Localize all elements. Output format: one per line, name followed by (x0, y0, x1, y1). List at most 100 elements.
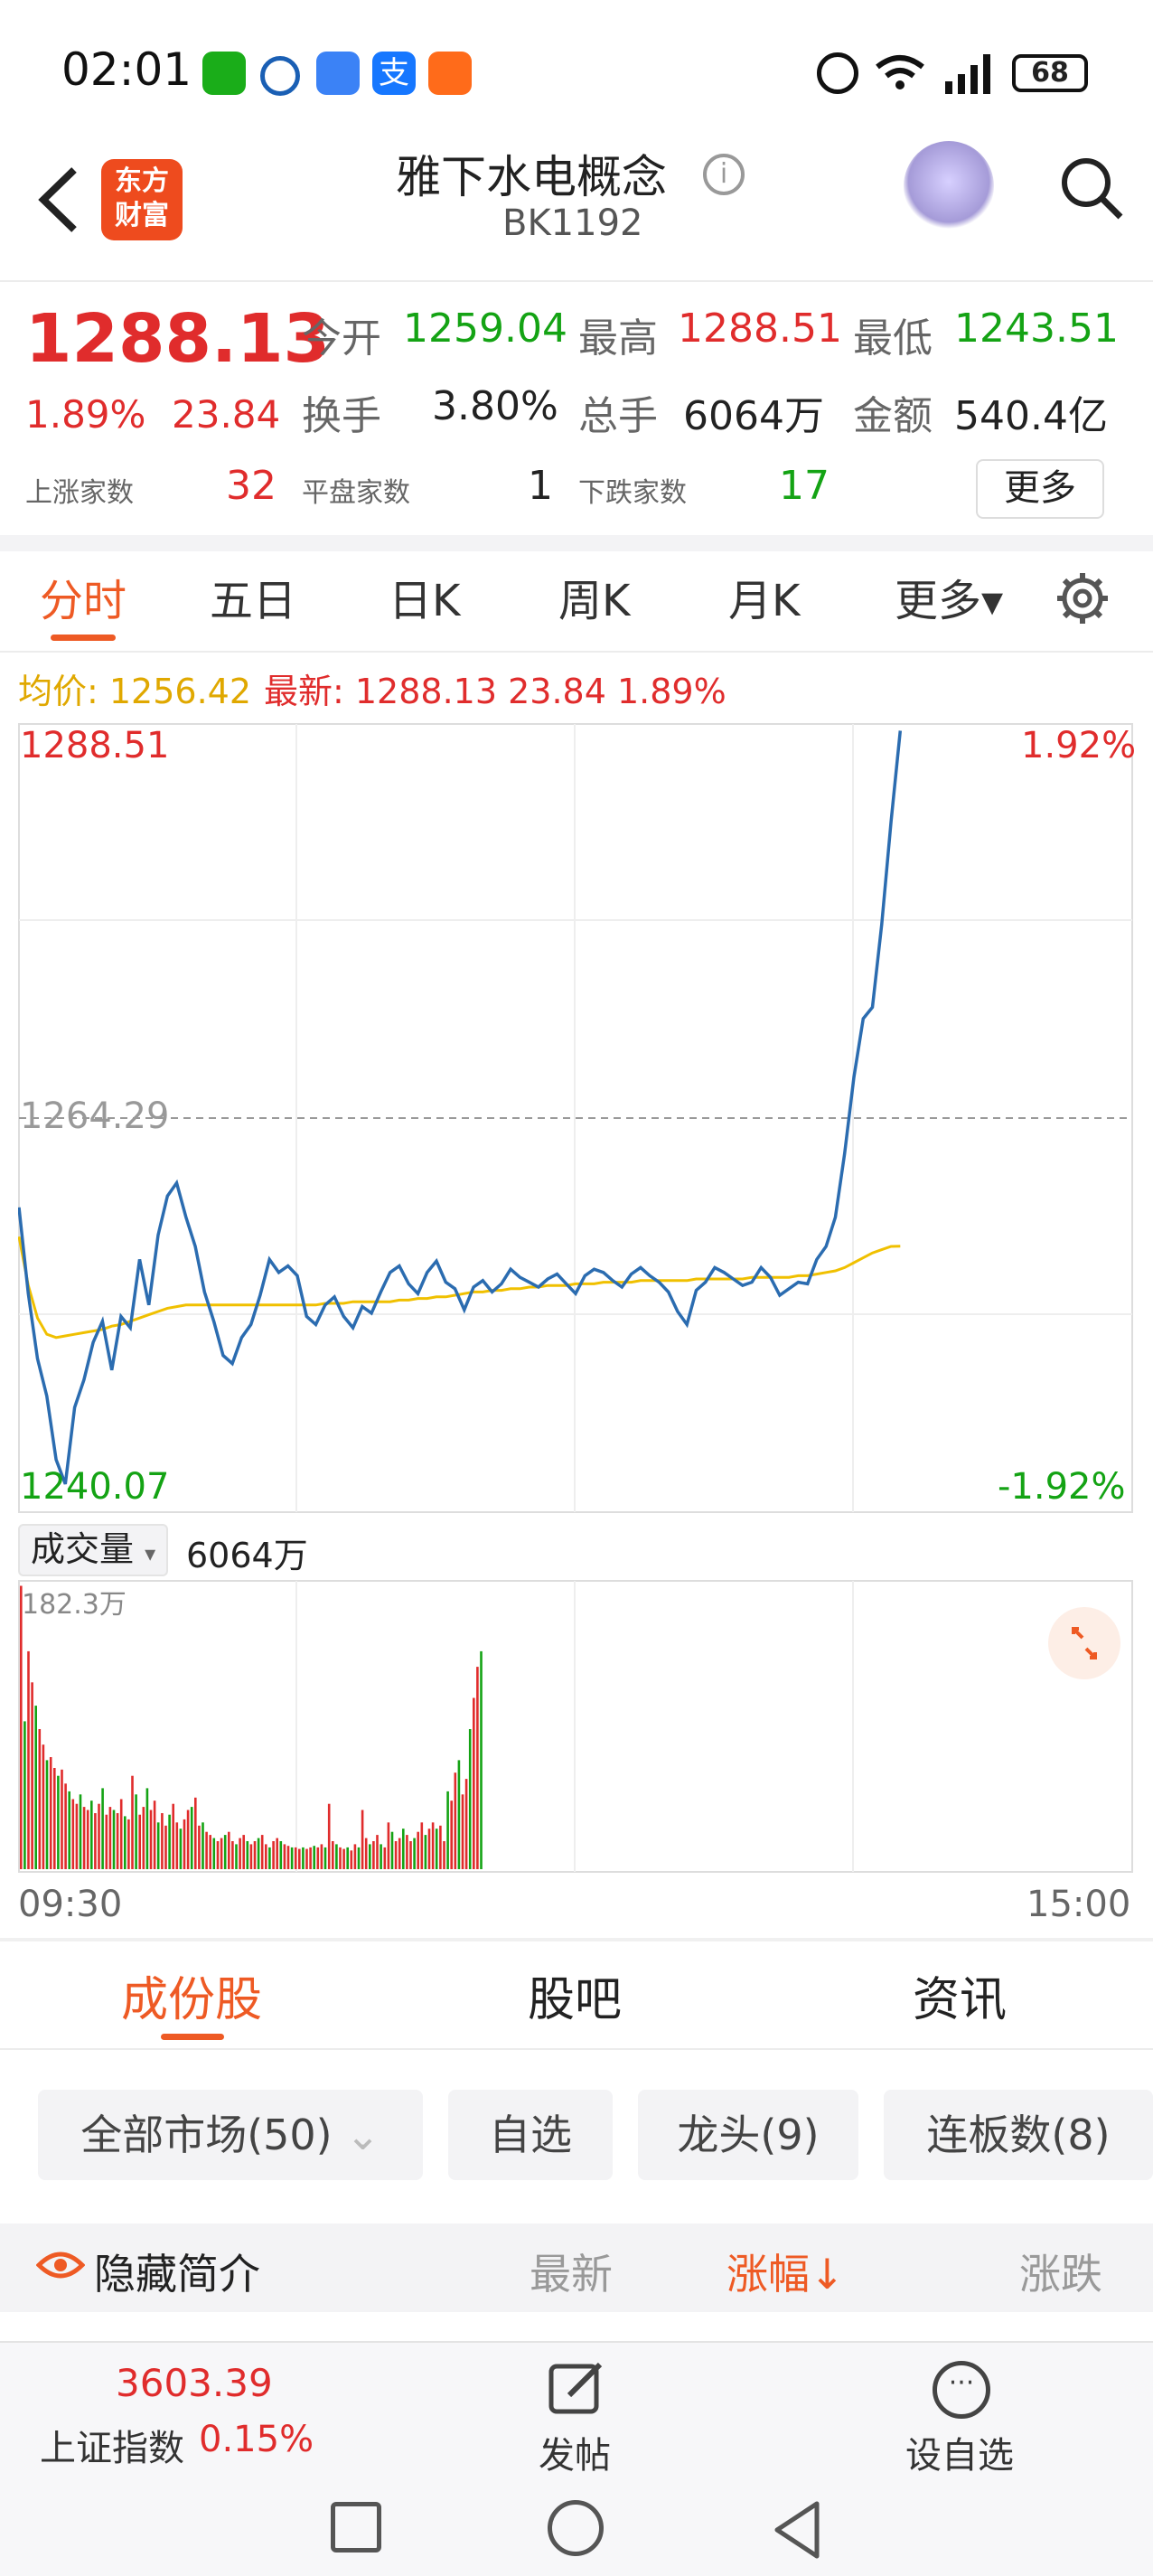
volume-bar (42, 1744, 45, 1869)
price-chart[interactable] (18, 723, 1133, 1513)
volume-bar (305, 1848, 308, 1869)
tab-news[interactable]: 资讯 (913, 1961, 1007, 2029)
signal-icon (943, 51, 998, 99)
eye-icon[interactable] (35, 2247, 86, 2287)
volume-bar (339, 1847, 342, 1869)
tabs-divider (0, 2048, 1153, 2050)
latest-info-label: 最新: 1288.13 23.84 1.89% (264, 672, 726, 711)
post-edit-icon[interactable] (548, 2359, 605, 2421)
low-value: 1243.51 (954, 306, 1119, 352)
volume-indicator-select[interactable]: 成交量 ▾ (18, 1524, 169, 1576)
more-stats-button[interactable]: 更多 (976, 459, 1104, 519)
volume-bar (57, 1775, 60, 1869)
filter-watchlist[interactable]: 自选 (448, 2090, 613, 2180)
volume-bar (268, 1847, 271, 1869)
volume-bar (290, 1847, 294, 1869)
volume-bar (302, 1847, 305, 1869)
volume-bar (71, 1799, 75, 1869)
filter-all-markets[interactable]: 全部市场(50) ⌄ (38, 2090, 423, 2180)
post-button-label[interactable]: 发帖 (539, 2426, 611, 2478)
amount-label: 金额 (853, 393, 933, 439)
tab-more[interactable]: 更多▾ (895, 565, 1003, 628)
volume-bar (242, 1835, 245, 1869)
volume-bar (183, 1819, 186, 1869)
volume-bar (209, 1835, 211, 1869)
volume-bar (380, 1844, 382, 1869)
volume-bar (198, 1825, 201, 1869)
open-value: 1259.04 (403, 306, 567, 352)
hide-intro-toggle[interactable]: 隐藏简介 (94, 2242, 260, 2301)
tab-weekly-k[interactable]: 周K (558, 565, 630, 628)
volume-bar (68, 1791, 70, 1869)
wifi-icon (873, 49, 927, 104)
volume-bar (294, 1847, 297, 1869)
column-latest[interactable]: 最新 (530, 2242, 613, 2301)
amount-value: 540.4亿 (954, 393, 1108, 439)
volume-bar (473, 1697, 475, 1869)
volume-bar (27, 1650, 30, 1869)
tab-intraday[interactable]: 分时 (40, 565, 127, 628)
search-icon[interactable] (1055, 152, 1128, 228)
nav-back-icon[interactable] (770, 2500, 824, 2563)
column-change-pct-sorted[interactable]: 涨幅↓ (726, 2242, 845, 2301)
tab-monthly-k[interactable]: 月K (728, 565, 800, 628)
volume-bar (439, 1825, 442, 1869)
volume-bar (64, 1783, 67, 1869)
nav-home-icon[interactable] (548, 2500, 604, 2556)
index-pct: 0.15% (199, 2419, 314, 2460)
volume-bar (450, 1800, 453, 1869)
tab-constituents[interactable]: 成份股 (121, 1961, 262, 2029)
index-value[interactable]: 3603.39 (116, 2361, 273, 2405)
add-watchlist-label[interactable]: 设自选 (905, 2426, 1014, 2478)
volume-bar (119, 1799, 123, 1869)
robot-assistant-icon[interactable] (904, 141, 994, 231)
index-name[interactable]: 上证指数 (40, 2419, 184, 2471)
volume-bar (45, 1760, 49, 1869)
volume-bar (353, 1844, 357, 1869)
volume-bar (149, 1810, 153, 1869)
change-pct: 1.89% (25, 392, 146, 437)
volume-bar (164, 1825, 167, 1869)
time-axis-end: 15:00 (1026, 1884, 1131, 1925)
high-value: 1288.51 (678, 306, 842, 352)
nav-recent-icon[interactable] (331, 2502, 381, 2552)
filter-leaders[interactable]: 龙头(9) (638, 2090, 858, 2180)
volume-bar (90, 1800, 93, 1869)
volume-bar (350, 1850, 353, 1869)
volume-bar (79, 1794, 82, 1869)
tab-five-day[interactable]: 五日 (210, 565, 296, 628)
volume-bar (320, 1844, 323, 1869)
volume-bar (186, 1810, 190, 1869)
volume-bar (387, 1822, 390, 1869)
back-icon[interactable] (33, 159, 87, 244)
volume-chart[interactable] (18, 1580, 1133, 1873)
tab-daily-k[interactable]: 日K (389, 565, 460, 628)
header-bar: 东方 财富 雅下水电概念 i BK1192 (0, 136, 1153, 282)
volume-bar (265, 1844, 267, 1869)
volume-bar (116, 1813, 119, 1869)
volume-bar (260, 1835, 264, 1869)
tab-active-indicator (51, 635, 116, 641)
volume-total: 6064万 (186, 1536, 308, 1575)
tab-forum[interactable]: 股吧 (528, 1961, 622, 2029)
volume-bar (156, 1822, 160, 1869)
expand-icon[interactable] (1048, 1607, 1120, 1679)
volume-bar (309, 1847, 312, 1869)
flat-count-label: 平盘家数 (302, 477, 410, 509)
volume-indicator-label: 成交量 (31, 1529, 135, 1569)
settings-gear-icon[interactable] (1054, 569, 1111, 631)
filter-limit-up-streak[interactable]: 连板数(8) (884, 2090, 1153, 2180)
volume-bar (145, 1788, 149, 1869)
volume-bar (398, 1838, 401, 1869)
volume-bar (283, 1844, 286, 1869)
volume-bar (357, 1847, 361, 1869)
more-dots-icon[interactable]: ··· (933, 2361, 990, 2419)
volume-bar (468, 1729, 472, 1869)
info-icon[interactable]: i (703, 154, 745, 195)
volume-bar (417, 1831, 419, 1869)
volume-bar (142, 1807, 145, 1869)
volume-bar (138, 1814, 141, 1869)
column-change[interactable]: 涨跌 (1019, 2242, 1102, 2301)
up-count-label: 上涨家数 (25, 477, 134, 509)
volume-bar (34, 1706, 37, 1869)
